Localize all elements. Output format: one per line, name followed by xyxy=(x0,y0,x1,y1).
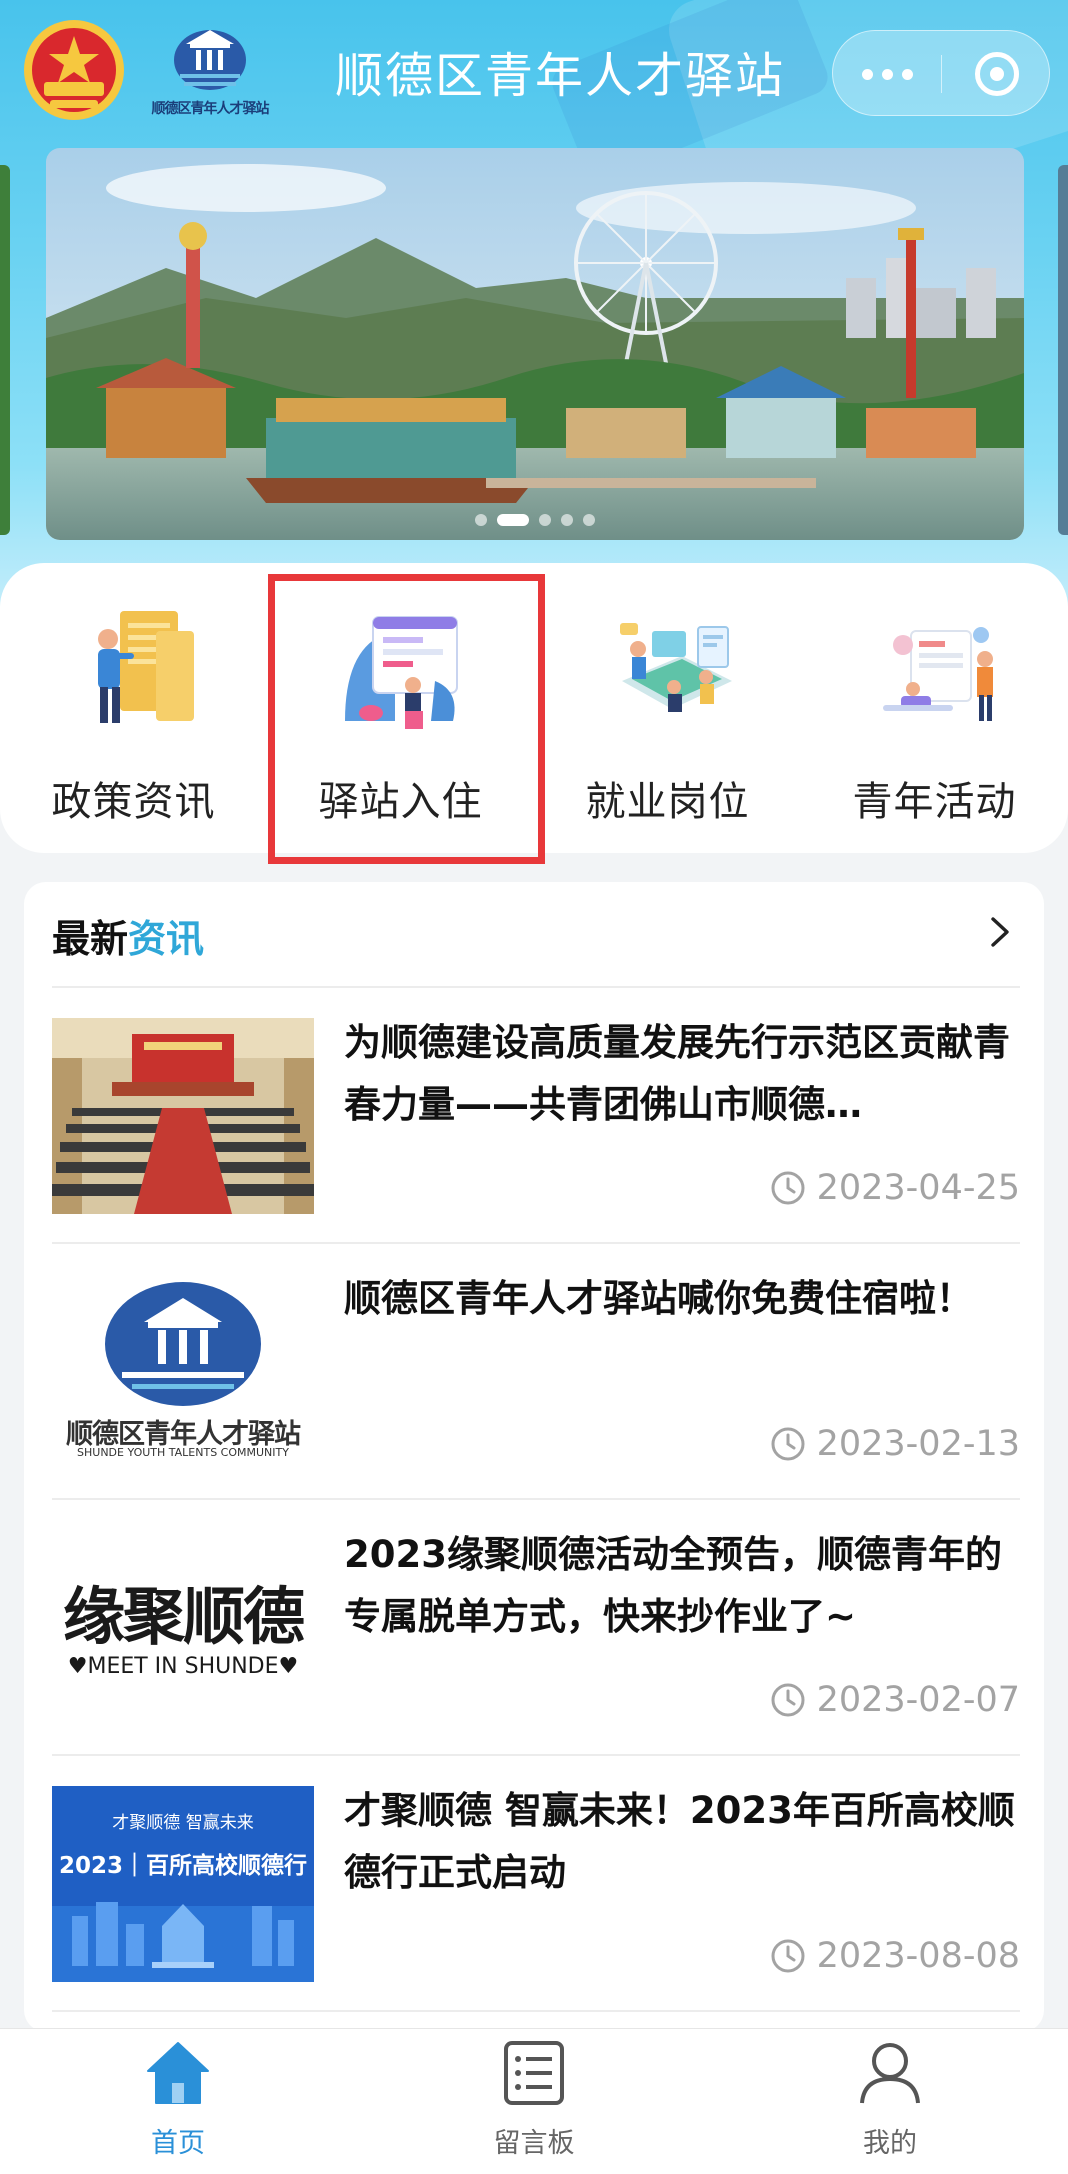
thumb-subcaption: 才聚顺德 智赢未来 xyxy=(112,1813,254,1833)
policy-document-icon xyxy=(98,611,194,723)
carousel-dot xyxy=(539,514,551,526)
banner-prev-peek[interactable] xyxy=(0,165,10,535)
news-list-item[interactable]: 顺德区青年人才驿站 SHUNDE YOUTH TALENTS COMMUNITY… xyxy=(52,1244,1020,1500)
amusement-park-image xyxy=(46,148,1024,540)
thumb-subcaption: ♥MEET IN SHUNDE♥ xyxy=(67,1654,299,1679)
tab-label: 首页 xyxy=(151,2128,205,2159)
message-board-icon xyxy=(504,2041,564,2105)
station-logo: 顺德区青年人才驿站 xyxy=(150,24,270,117)
news-section-heading: 最新资讯 xyxy=(52,908,204,963)
news-date: 2023-02-13 xyxy=(769,1424,1020,1464)
news-date: 2023-04-25 xyxy=(769,1168,1020,1208)
carousel-dot xyxy=(561,514,573,526)
nav-label: 就业岗位 xyxy=(585,779,750,825)
nav-item-youth-activities[interactable]: 青年活动 xyxy=(801,563,1068,853)
thumb-caption: 缘聚顺德 xyxy=(62,1580,305,1653)
news-date-text: 2023-02-13 xyxy=(816,1424,1020,1464)
more-dots-icon[interactable] xyxy=(833,31,941,117)
news-title: 2023缘聚顺德活动全预告，顺德青年的专属脱单方式，快来抄作业了~ xyxy=(344,1533,1002,1638)
clock-icon xyxy=(771,1683,805,1717)
thumb-subcaption: SHUNDE YOUTH TALENTS COMMUNITY xyxy=(77,1446,289,1459)
carousel-dot-active xyxy=(497,514,529,526)
station-pavilion-icon xyxy=(174,30,246,90)
news-list-item[interactable]: 为顺德建设高质量发展先行示范区贡献青春力量——共青团佛山市顺德… 2023-04… xyxy=(52,988,1020,1244)
nav-label: 政策资讯 xyxy=(51,779,216,825)
nav-label: 青年活动 xyxy=(852,779,1017,825)
station-logo-text: 顺德区青年人才驿站 xyxy=(151,101,270,117)
communist-youth-league-emblem-icon xyxy=(24,20,124,120)
news-list-item[interactable]: 才聚顺德 智赢未来 2023｜百所高校顺德行 才聚顺德 智赢未来！2023年百所… xyxy=(52,1756,1020,2012)
carousel-dots xyxy=(46,514,1024,526)
meet-in-shunde-thumbnail: 缘聚顺德 ♥MEET IN SHUNDE♥ xyxy=(52,1530,314,1726)
news-heading-accent: 资讯 xyxy=(128,917,205,961)
news-date: 2023-02-07 xyxy=(769,1680,1020,1720)
news-heading-main: 最新 xyxy=(52,917,129,961)
banner-next-peek[interactable] xyxy=(1058,165,1068,535)
conference-hall-thumbnail xyxy=(52,1018,314,1214)
tab-label: 留言板 xyxy=(493,2128,575,2159)
banner-carousel[interactable] xyxy=(46,148,1024,540)
news-title: 为顺德建设高质量发展先行示范区贡献青春力量——共青团佛山市顺德… xyxy=(344,1021,1010,1126)
tab-message-board[interactable]: 留言板 xyxy=(356,2029,712,2174)
highlight-annotation-box xyxy=(268,574,545,864)
nav-item-jobs[interactable]: 就业岗位 xyxy=(534,563,801,853)
clock-icon xyxy=(771,1427,805,1461)
thumb-caption: 2023｜百所高校顺德行 xyxy=(58,1853,307,1879)
news-list-item[interactable]: 缘聚顺德 ♥MEET IN SHUNDE♥ 2023缘聚顺德活动全预告，顺德青年… xyxy=(52,1500,1020,1756)
station-logo-thumbnail: 顺德区青年人才驿站 SHUNDE YOUTH TALENTS COMMUNITY xyxy=(52,1274,314,1470)
clock-icon xyxy=(771,1171,805,1205)
news-date: 2023-08-08 xyxy=(769,1936,1020,1976)
news-title: 才聚顺德 智赢未来！2023年百所高校顺德行正式启动 xyxy=(344,1789,1015,1894)
job-positions-icon xyxy=(620,623,732,712)
news-date-text: 2023-08-08 xyxy=(816,1936,1020,1976)
campus-tour-thumbnail: 才聚顺德 智赢未来 2023｜百所高校顺德行 xyxy=(52,1786,314,1982)
miniprogram-close-icon[interactable] xyxy=(942,31,1051,117)
miniprogram-capsule xyxy=(832,30,1050,116)
tab-label: 我的 xyxy=(863,2128,917,2159)
home-icon xyxy=(147,2042,209,2104)
bottom-tab-bar: 首页 留言板 我的 xyxy=(0,2028,1068,2174)
tab-profile[interactable]: 我的 xyxy=(712,2029,1068,2174)
latest-news-card: 最新资讯 为顺德建设高质量发展先行示范区贡献青春力量——共青团佛山市顺德… 20… xyxy=(24,882,1044,2032)
carousel-dot xyxy=(475,514,487,526)
news-date-text: 2023-04-25 xyxy=(816,1168,1020,1208)
carousel-dot xyxy=(583,514,595,526)
youth-activities-icon xyxy=(883,627,993,721)
page-title: 顺德区青年人才驿站 xyxy=(334,48,785,104)
clock-icon xyxy=(771,1939,805,1973)
news-title: 顺德区青年人才驿站喊你免费住宿啦！ xyxy=(344,1277,973,1320)
profile-icon xyxy=(860,2043,920,2104)
chevron-right-icon[interactable] xyxy=(980,912,1020,952)
news-date-text: 2023-02-07 xyxy=(816,1680,1020,1720)
tab-home[interactable]: 首页 xyxy=(0,2029,356,2174)
nav-item-policy[interactable]: 政策资讯 xyxy=(0,563,267,853)
divider xyxy=(52,2010,1020,2012)
